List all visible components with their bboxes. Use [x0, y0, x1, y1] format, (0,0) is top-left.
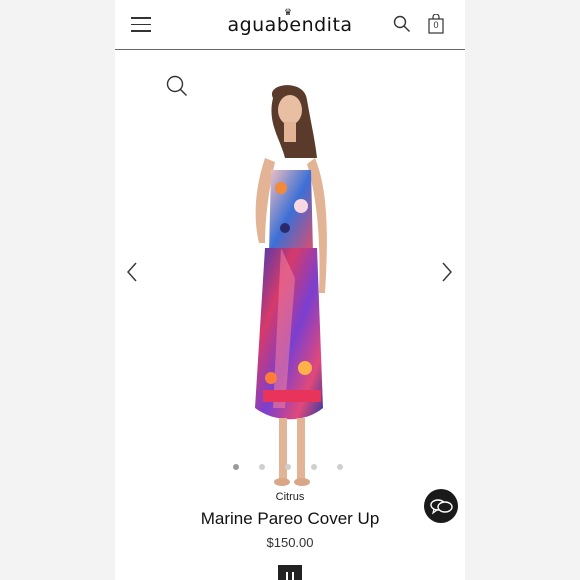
mobile-page: ♛ aguabendita 0 Citrus Marine Pareo Cove… [115, 0, 465, 580]
carousel-dot[interactable] [337, 464, 343, 470]
cart-count: 0 [433, 20, 439, 30]
chevron-right-icon[interactable] [440, 261, 454, 283]
carousel-dots [233, 464, 347, 472]
site-header: ♛ aguabendita 0 [115, 0, 465, 50]
carousel-dot[interactable] [259, 464, 265, 470]
carousel-dot[interactable] [285, 464, 291, 470]
carousel-dot[interactable] [311, 464, 317, 470]
carousel-dot[interactable] [233, 464, 239, 470]
search-icon[interactable] [393, 15, 411, 33]
brand-logo[interactable]: aguabendita [115, 14, 465, 36]
product-price: $150.00 [266, 535, 314, 550]
pause-button[interactable] [278, 565, 302, 580]
chevron-left-icon[interactable] [125, 261, 139, 283]
page-background-left [0, 0, 115, 580]
product-image[interactable] [225, 78, 355, 498]
product-collection: Citrus [275, 491, 305, 503]
shopping-bag-icon[interactable]: 0 [427, 13, 445, 34]
page-background-right [465, 0, 580, 580]
product-title: Marine Pareo Cover Up [200, 509, 380, 528]
zoom-icon[interactable] [166, 75, 188, 97]
chat-icon[interactable] [424, 489, 458, 523]
